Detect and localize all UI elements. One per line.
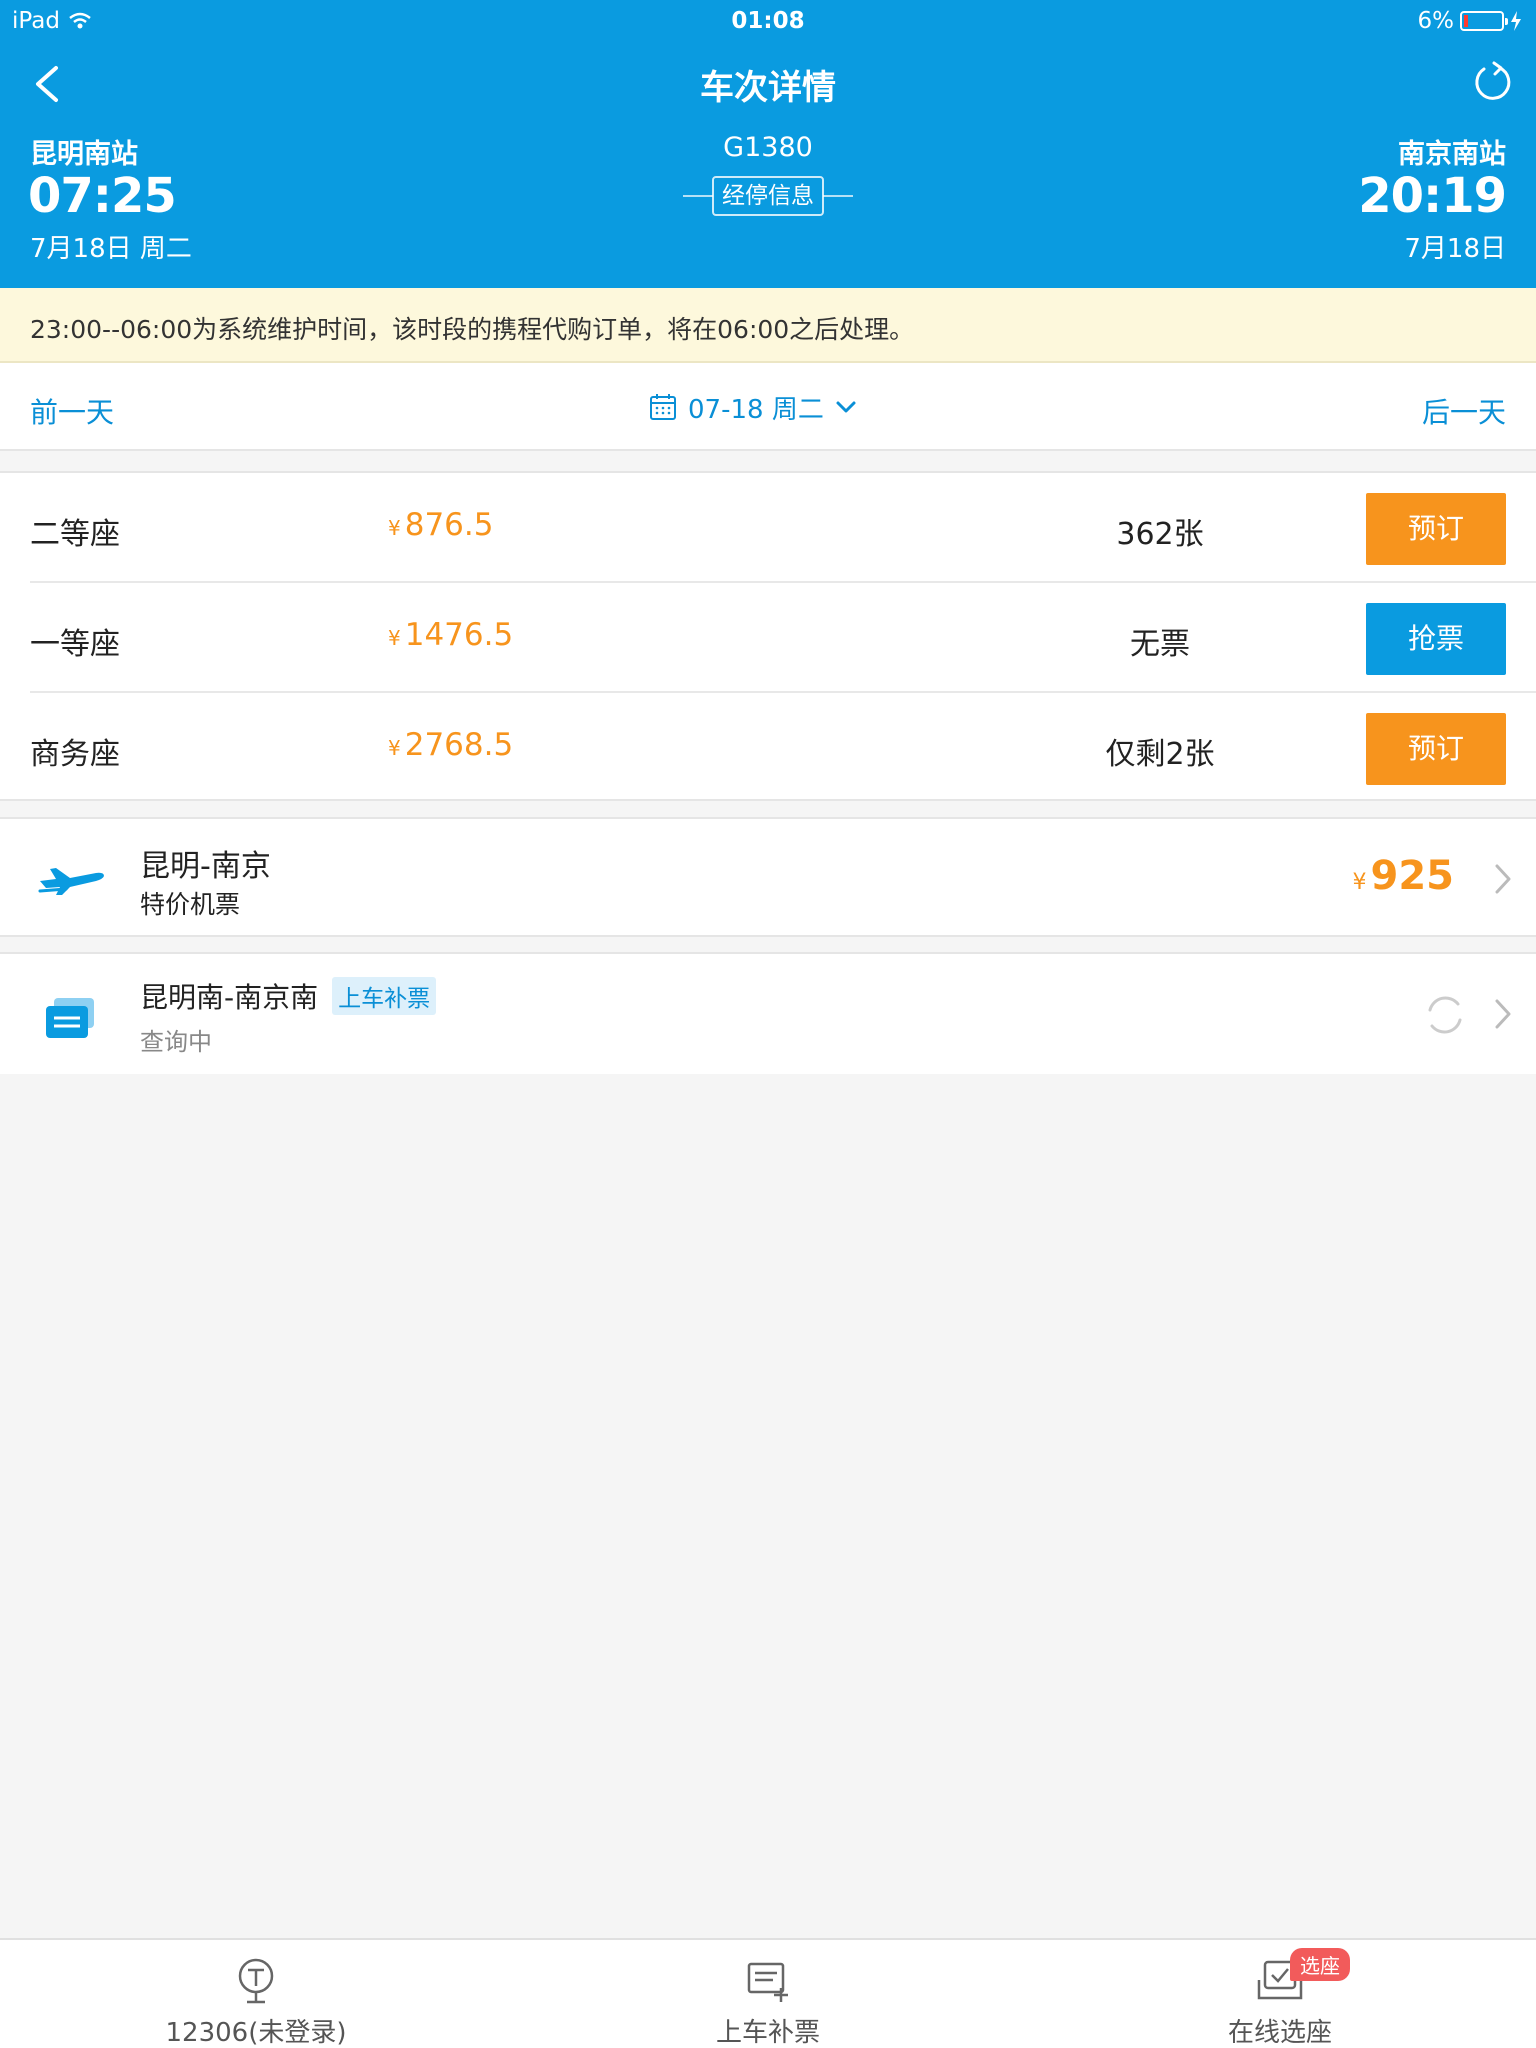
flight-price: ¥925 [1352,853,1455,899]
tab-label: 在线选座 [1227,2018,1332,2048]
seat-name: 二等座 [30,517,120,552]
seat-select-badge: 选座 [1290,1948,1350,1981]
chevron-right-icon [1495,864,1511,894]
seat-stock: 无票 [1130,627,1190,662]
battery-percent: 6% [1417,8,1455,34]
arrival-station: 南京南站 [1398,139,1506,170]
battery-icon [1460,11,1508,31]
supplement-ticket-row[interactable]: 昆明南-南京南 上车补票 查询中 [0,952,1536,1074]
tab-label: 12306(未登录) [165,2018,347,2048]
charging-icon [1511,11,1521,31]
page-title: 车次详情 [700,68,836,108]
train-number: G1380 [723,132,813,163]
bottom-tab-bar: 12306(未登录) 上车补票 选座 在线选座 [0,1938,1536,2048]
status-bar: iPad 01:08 6% [0,0,1536,40]
next-day-button[interactable]: 后一天 [1422,391,1506,431]
seat-name: 商务座 [30,737,120,772]
tab-online-seat-selection[interactable]: 选座 在线选座 [1130,1940,1430,2048]
previous-day-button[interactable]: 前一天 [30,391,114,431]
supplement-tag: 上车补票 [332,977,437,1015]
current-date: 07-18 周二 [688,394,824,425]
supplement-route: 昆明南-南京南 [140,981,319,1014]
seat-row-first-class: 一等座 ¥1476.5 无票 抢票 [0,583,1536,693]
ticket-add-icon [747,1962,788,2002]
date-picker[interactable]: 07-18 周二 [648,385,894,429]
seat-name: 一等座 [30,627,120,662]
departure-date: 7月18日 周二 [30,234,192,264]
supplement-status: 查询中 [140,1028,212,1056]
loading-icon [1428,996,1462,1034]
tab-supplement-ticket[interactable]: 上车补票 [618,1940,918,2048]
maintenance-notice: 23:00--06:00为系统维护时间，该时段的携程代购订单，将在06:00之后… [0,288,1536,363]
seat-price: ¥876.5 [388,507,494,543]
chevron-down-icon [836,401,856,413]
train-icon [238,1958,274,2004]
seat-price: ¥1476.5 [388,617,514,653]
status-time: 01:08 [731,8,805,34]
chevron-right-icon [1495,999,1511,1029]
seat-row-second-class: 二等座 ¥876.5 362张 预订 [0,473,1536,583]
stop-info-button[interactable]: 经停信息 [712,176,824,216]
book-button[interactable]: 预订 [1366,713,1506,785]
seat-stock: 仅剩2张 [1105,737,1215,772]
airplane-icon [38,868,104,895]
header: iPad 01:08 6% 车次详情 昆明南站 07:25 7月18日 周二 G… [0,0,1536,288]
book-button[interactable]: 预订 [1366,493,1506,565]
grab-ticket-button[interactable]: 抢票 [1366,603,1506,675]
tab-12306[interactable]: 12306(未登录) [106,1940,406,2048]
departure-time: 07:25 [28,168,177,224]
ticket-icon [46,998,94,1038]
refresh-icon [1475,61,1511,100]
flight-subtitle: 特价机票 [140,890,241,919]
date-navigation: 前一天 07-18 周二 后一天 [0,363,1536,451]
arrival-date: 7月18日 [1404,234,1506,264]
seat-stock: 362张 [1116,517,1204,552]
tab-label: 上车补票 [715,2018,820,2048]
seat-list: 二等座 ¥876.5 362张 预订 一等座 ¥1476.5 无票 抢票 商务座… [0,471,1536,801]
refresh-button[interactable] [1470,60,1516,106]
flight-route: 昆明-南京 [140,849,271,884]
seat-row-business-class: 商务座 ¥2768.5 仅剩2张 预订 [0,693,1536,803]
flight-offer-row[interactable]: 昆明-南京 特价机票 ¥925 [0,817,1536,937]
seat-price: ¥2768.5 [388,727,514,763]
calendar-icon [650,394,676,420]
arrival-time: 20:19 [1358,168,1507,224]
